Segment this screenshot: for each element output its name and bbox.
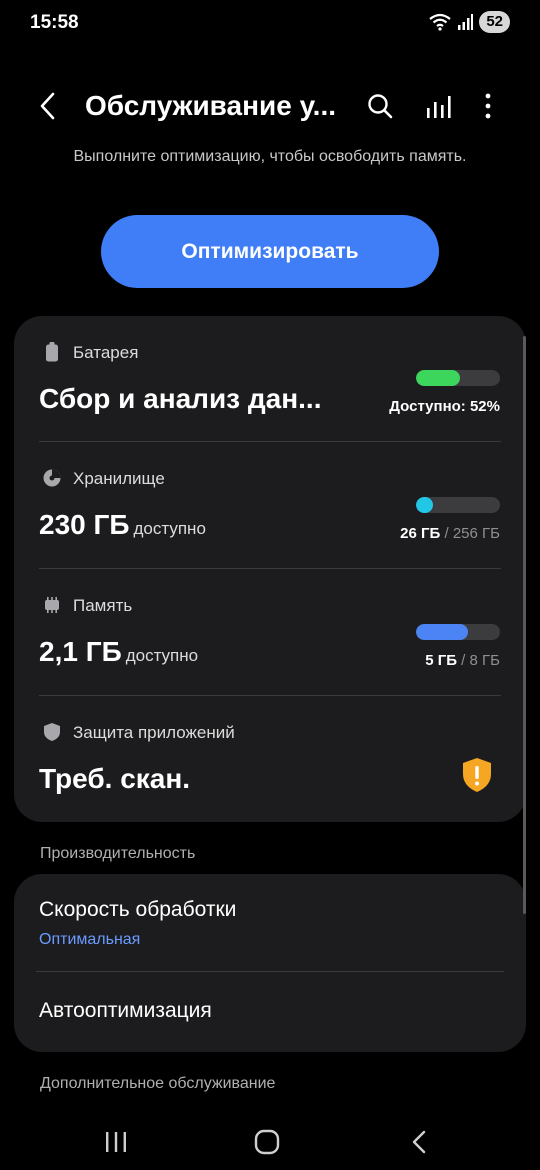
performance-card: Скорость обработки Оптимальная Автооптим… xyxy=(14,874,526,1052)
memory-usage-bar xyxy=(416,624,500,640)
scrollbar[interactable] xyxy=(523,336,526,914)
app-protection-row[interactable]: Защита приложений Треб. скан. xyxy=(14,696,526,822)
processing-speed-row[interactable]: Скорость обработки Оптимальная xyxy=(14,874,526,971)
memory-label: Память xyxy=(73,596,133,615)
app-bar: Обслуживание у... xyxy=(0,78,540,134)
navigation-bar xyxy=(0,1108,540,1170)
storage-pie-icon xyxy=(42,468,62,488)
memory-usage-fill xyxy=(416,624,469,640)
status-bar: 15:58 52 xyxy=(0,0,540,48)
search-icon xyxy=(368,94,393,119)
storage-free-unit: доступно xyxy=(133,519,206,538)
recent-apps-icon xyxy=(106,1132,126,1152)
signal-icon xyxy=(458,14,474,30)
battery-status: Сбор и анализ дан... xyxy=(39,383,322,414)
memory-free-unit: доступно xyxy=(125,646,199,665)
optimize-button[interactable]: Оптимизировать xyxy=(101,215,439,288)
more-options-button[interactable] xyxy=(470,88,506,124)
storage-available: 230 ГБ доступно xyxy=(39,509,206,541)
warning-shield-icon xyxy=(461,757,493,798)
app-protection-label: Защита приложений xyxy=(73,723,235,742)
shield-icon xyxy=(42,722,62,742)
battery-level-bar xyxy=(416,370,500,386)
battery-available: Доступно: 52% xyxy=(389,398,500,415)
search-button[interactable] xyxy=(362,88,398,124)
nav-back-button[interactable] xyxy=(399,1122,439,1162)
storage-usage-caption: 26 ГБ / 256 ГБ xyxy=(400,525,500,542)
battery-icon xyxy=(42,342,62,362)
home-button[interactable] xyxy=(247,1122,287,1162)
battery-row[interactable]: Батарея Сбор и анализ дан... Доступно: 5… xyxy=(14,316,526,441)
device-status-card: Батарея Сбор и анализ дан... Доступно: 5… xyxy=(14,316,526,822)
storage-separator: / xyxy=(444,525,449,542)
app-protection-status: Треб. скан. xyxy=(39,763,191,794)
storage-total: 256 ГБ xyxy=(452,525,500,542)
memory-used: 5 ГБ xyxy=(425,652,457,669)
storage-usage-fill xyxy=(416,497,433,513)
more-vert-icon xyxy=(485,93,491,119)
memory-separator: / xyxy=(461,652,466,669)
recent-apps-button[interactable] xyxy=(96,1122,136,1162)
battery-level-fill xyxy=(416,370,460,386)
bar-chart-icon xyxy=(427,96,451,118)
memory-available: 2,1 ГБ доступно xyxy=(39,636,198,668)
memory-usage-caption: 5 ГБ / 8 ГБ xyxy=(425,652,500,669)
memory-chip-icon xyxy=(42,595,62,615)
status-icons: 52 xyxy=(429,11,510,33)
page-title: Обслуживание у... xyxy=(85,90,337,121)
storage-usage-bar xyxy=(416,497,500,513)
back-button[interactable] xyxy=(30,88,66,124)
extra-maintenance-section-header: Дополнительное обслуживание xyxy=(40,1075,276,1092)
status-time: 15:58 xyxy=(30,12,79,33)
auto-optimization-title: Автооптимизация xyxy=(39,999,212,1022)
auto-optimization-row[interactable]: Автооптимизация xyxy=(14,972,526,1052)
battery-label: Батарея xyxy=(73,343,139,362)
nav-back-icon xyxy=(412,1130,426,1154)
storage-free-value: 230 ГБ xyxy=(39,509,130,540)
storage-used: 26 ГБ xyxy=(400,525,441,542)
storage-row[interactable]: Хранилище 230 ГБ доступно 26 ГБ / 256 ГБ xyxy=(14,442,526,568)
wifi-icon xyxy=(429,13,451,31)
performance-section-header: Производительность xyxy=(40,845,196,862)
back-icon xyxy=(40,92,55,120)
memory-free-value: 2,1 ГБ xyxy=(39,636,122,667)
processing-speed-value: Оптимальная xyxy=(39,931,141,948)
statistics-button[interactable] xyxy=(420,88,456,124)
optimize-hint: Выполните оптимизацию, чтобы освободить … xyxy=(73,148,467,165)
storage-label: Хранилище xyxy=(73,469,165,488)
memory-row[interactable]: Память 2,1 ГБ доступно 5 ГБ / 8 ГБ xyxy=(14,569,526,695)
memory-total: 8 ГБ xyxy=(469,652,500,669)
home-icon xyxy=(254,1129,280,1155)
processing-speed-title: Скорость обработки xyxy=(39,898,237,921)
battery-level-badge: 52 xyxy=(479,11,510,33)
